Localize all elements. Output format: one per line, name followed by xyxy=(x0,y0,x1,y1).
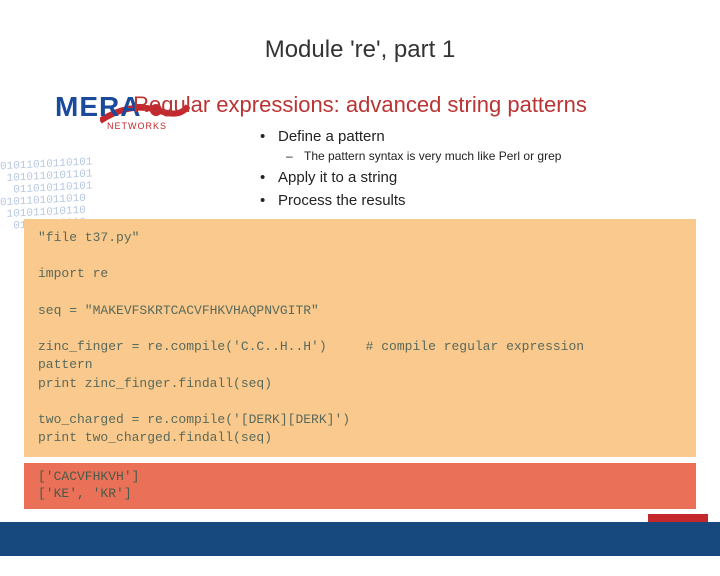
footer-bar xyxy=(0,522,720,556)
code-block: "file t37.py" import re seq = "MAKEVFSKR… xyxy=(24,219,696,457)
bullet-item: Process the results xyxy=(260,192,720,209)
footer-accent xyxy=(648,514,708,522)
bullet-item: Apply it to a string xyxy=(260,169,720,186)
bullet-item: Define a pattern xyxy=(260,128,720,145)
output-block: ['CACVFHKVH'] ['KE', 'KR'] xyxy=(24,463,696,509)
slide-subtitle: Regular expressions: advanced string pat… xyxy=(0,92,720,118)
bullet-item: The pattern syntax is very much like Per… xyxy=(260,149,720,163)
slide-title: Module 're', part 1 xyxy=(0,36,720,64)
bullet-list: Define a pattern The pattern syntax is ve… xyxy=(260,128,720,209)
